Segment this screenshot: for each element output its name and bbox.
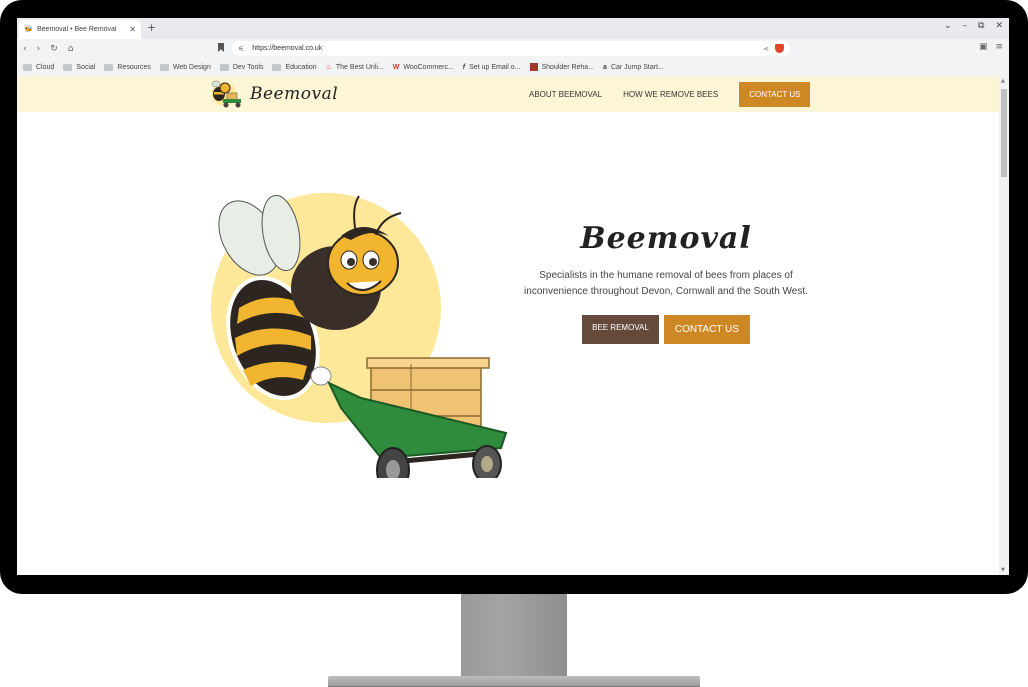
site-logo[interactable]: Beemoval bbox=[210, 79, 338, 109]
monitor-stand-base bbox=[328, 676, 700, 686]
nav-how-we-remove-bees[interactable]: HOW WE REMOVE BEES bbox=[623, 90, 718, 99]
folder-icon bbox=[219, 63, 229, 71]
bookmark-label: The Best Unli... bbox=[335, 63, 384, 71]
logo-text: Beemoval bbox=[250, 84, 339, 104]
minimize-icon[interactable]: – bbox=[963, 21, 968, 31]
browser-tab[interactable]: 🐝 Beemoval • Bee Removal ✕ bbox=[19, 20, 141, 39]
bookmark-label: Cloud bbox=[36, 63, 55, 71]
bookmark-label: Shoulder Reha... bbox=[541, 63, 595, 71]
bookmark-item[interactable]: Social bbox=[63, 63, 96, 71]
browser-toolbar: ‹ › ↻ ⌂ ⚟ https://beemoval.co.uk ⋖ ▣ ≡ bbox=[17, 39, 1009, 58]
hero-title: Beemoval bbox=[580, 221, 752, 256]
folder-icon bbox=[159, 63, 169, 71]
bookmark-icon[interactable] bbox=[218, 43, 224, 52]
bookmark-label: Resources bbox=[117, 63, 151, 71]
close-tab-icon[interactable]: ✕ bbox=[129, 25, 136, 34]
bookmark-label: WooCommerc... bbox=[403, 63, 454, 71]
page-scrollbar[interactable]: ▲ ▼ bbox=[999, 76, 1009, 575]
scroll-down-icon[interactable]: ▼ bbox=[1001, 567, 1005, 573]
forward-icon[interactable]: › bbox=[37, 44, 41, 54]
menu-icon[interactable]: ≡ bbox=[995, 42, 1003, 52]
hero-section: Beemoval Specialists in the humane remov… bbox=[504, 221, 828, 344]
bookmark-item[interactable]: ♨ The Best Unli... bbox=[325, 63, 384, 72]
nav-contact-button[interactable]: CONTACT US bbox=[739, 82, 811, 107]
window-controls: ⌄ – ⧉ ✕ bbox=[944, 21, 1003, 31]
nav-about[interactable]: ABOUT BEEMOVAL bbox=[529, 90, 602, 99]
woocommerce-icon: W bbox=[392, 63, 400, 71]
bee-wheelbarrow-illustration bbox=[211, 193, 508, 478]
bookmark-item[interactable]: W WooCommerc... bbox=[393, 64, 454, 71]
monitor-bezel: 🐝 Beemoval • Bee Removal ✕ + ⌄ – ⧉ ✕ ‹ ›… bbox=[0, 0, 1028, 594]
amazon-icon: a bbox=[603, 63, 607, 71]
folder-icon bbox=[63, 63, 73, 71]
bee-favicon-icon: 🐝 bbox=[24, 25, 33, 33]
bookmark-label: Social bbox=[76, 63, 96, 71]
bookmark-item[interactable]: Resources bbox=[104, 63, 151, 71]
reload-icon[interactable]: ↻ bbox=[50, 44, 58, 54]
hero-subtitle-line-2: inconvenience throughout Devon, Cornwall… bbox=[524, 286, 808, 297]
address-bar[interactable]: ⚟ https://beemoval.co.uk ⋖ bbox=[232, 41, 790, 56]
hero-subtitle: Specialists in the humane removal of bee… bbox=[504, 268, 828, 300]
tab-search-icon[interactable]: ⌄ bbox=[944, 21, 952, 31]
bookmarks-bar: Cloud Social Resources Web Design Dev To… bbox=[17, 58, 1009, 76]
share-icon[interactable]: ⋖ bbox=[763, 45, 769, 53]
close-window-icon[interactable]: ✕ bbox=[995, 21, 1003, 31]
restore-icon[interactable]: ⧉ bbox=[978, 21, 984, 31]
bee-removal-button[interactable]: BEE REMOVAL bbox=[582, 315, 659, 344]
brave-shield-icon[interactable] bbox=[775, 44, 784, 53]
sidebar-toggle-icon[interactable]: ▣ bbox=[979, 42, 988, 52]
folder-icon bbox=[272, 63, 282, 71]
bookmark-label: Set up Email o... bbox=[469, 63, 521, 71]
main-nav: ABOUT BEEMOVAL HOW WE REMOVE BEES CONTAC… bbox=[529, 82, 811, 107]
bookmark-item[interactable]: a Car Jump Start... bbox=[603, 64, 664, 71]
scroll-up-icon[interactable]: ▲ bbox=[1001, 78, 1005, 84]
hero-contact-button[interactable]: CONTACT US bbox=[663, 315, 750, 344]
back-icon[interactable]: ‹ bbox=[23, 44, 27, 54]
site-icon bbox=[529, 63, 538, 71]
new-tab-button[interactable]: + bbox=[147, 21, 156, 34]
flame-icon: ♨ bbox=[325, 64, 332, 71]
bookmark-item[interactable]: Shoulder Reha... bbox=[529, 63, 595, 71]
hero-subtitle-line-1: Specialists in the humane removal of bee… bbox=[539, 270, 793, 281]
browser-window: 🐝 Beemoval • Bee Removal ✕ + ⌄ – ⧉ ✕ ‹ ›… bbox=[17, 18, 1009, 575]
bookmark-item[interactable]: Web Design bbox=[159, 63, 211, 71]
facebook-icon: f bbox=[462, 63, 466, 71]
hero-buttons: BEE REMOVAL CONTACT US bbox=[504, 315, 828, 344]
bookmark-item[interactable]: Education bbox=[272, 63, 317, 71]
folder-icon bbox=[23, 63, 32, 71]
site-header: Beemoval ABOUT BEEMOVAL HOW WE REMOVE BE… bbox=[17, 76, 999, 112]
monitor-stand-neck bbox=[461, 594, 567, 676]
bookmark-item[interactable]: Dev Tools bbox=[219, 63, 264, 71]
tab-bar: 🐝 Beemoval • Bee Removal ✕ + ⌄ – ⧉ ✕ bbox=[17, 18, 1009, 39]
folder-icon bbox=[104, 63, 114, 71]
bee-logo-icon bbox=[211, 80, 241, 108]
bookmark-label: Dev Tools bbox=[232, 63, 264, 71]
bookmark-item[interactable]: f Set up Email o... bbox=[463, 64, 521, 71]
url-text[interactable]: https://beemoval.co.uk bbox=[252, 45, 763, 52]
bookmark-item[interactable]: Cloud bbox=[23, 63, 55, 71]
home-icon[interactable]: ⌂ bbox=[68, 44, 74, 54]
scrollbar-thumb[interactable] bbox=[1001, 89, 1007, 177]
bookmark-label: Education bbox=[285, 63, 317, 71]
bookmark-label: Web Design bbox=[172, 63, 211, 71]
site-settings-icon[interactable]: ⚟ bbox=[238, 45, 244, 53]
tab-title: Beemoval • Bee Removal bbox=[37, 26, 117, 33]
bookmark-label: Car Jump Start... bbox=[610, 63, 664, 71]
